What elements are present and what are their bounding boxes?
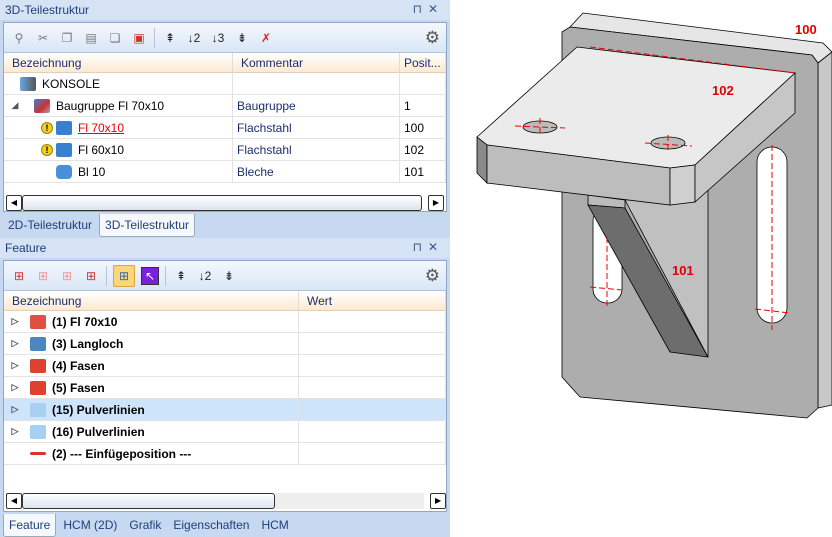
shelf-left-chamfer bbox=[476, 136, 488, 184]
3d-viewport[interactable]: 100 102 101 bbox=[0, 0, 832, 537]
position-label-101[interactable]: 101 bbox=[672, 263, 694, 278]
shelf-right-chamfer bbox=[669, 164, 696, 206]
position-label-102[interactable]: 102 bbox=[712, 83, 734, 98]
back-plate-side-face bbox=[817, 51, 832, 409]
position-label-100[interactable]: 100 bbox=[795, 22, 817, 37]
